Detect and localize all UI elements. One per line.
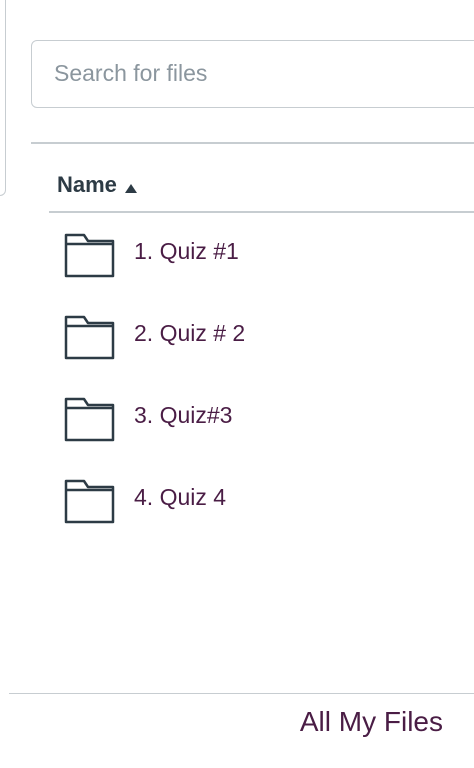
folder-icon (64, 315, 115, 360)
name-column-header[interactable]: Name (57, 172, 137, 198)
files-page: Name 1. Quiz #1 2. Quiz # 2 3. Quiz#3 (0, 0, 474, 768)
folder-icon (64, 397, 115, 442)
all-my-files-link[interactable]: All My Files (300, 706, 443, 738)
file-name-link[interactable]: 4. Quiz 4 (134, 484, 226, 511)
search-input[interactable] (32, 41, 474, 105)
header-divider (49, 211, 474, 213)
search-box[interactable] (31, 40, 474, 108)
folder-icon (64, 233, 115, 278)
file-row[interactable]: 2. Quiz # 2 (0, 304, 474, 368)
name-column-label: Name (57, 172, 117, 197)
file-row[interactable]: 4. Quiz 4 (0, 468, 474, 532)
file-name-link[interactable]: 3. Quiz#3 (134, 402, 232, 429)
file-name-link[interactable]: 2. Quiz # 2 (134, 320, 245, 347)
divider (31, 142, 474, 144)
sort-ascending-icon (124, 183, 137, 193)
file-row[interactable]: 3. Quiz#3 (0, 386, 474, 450)
folder-icon (64, 479, 115, 524)
file-name-link[interactable]: 1. Quiz #1 (134, 238, 239, 265)
side-panel-edge (0, 0, 6, 196)
file-row[interactable]: 1. Quiz #1 (0, 222, 474, 286)
footer-divider (9, 693, 474, 694)
